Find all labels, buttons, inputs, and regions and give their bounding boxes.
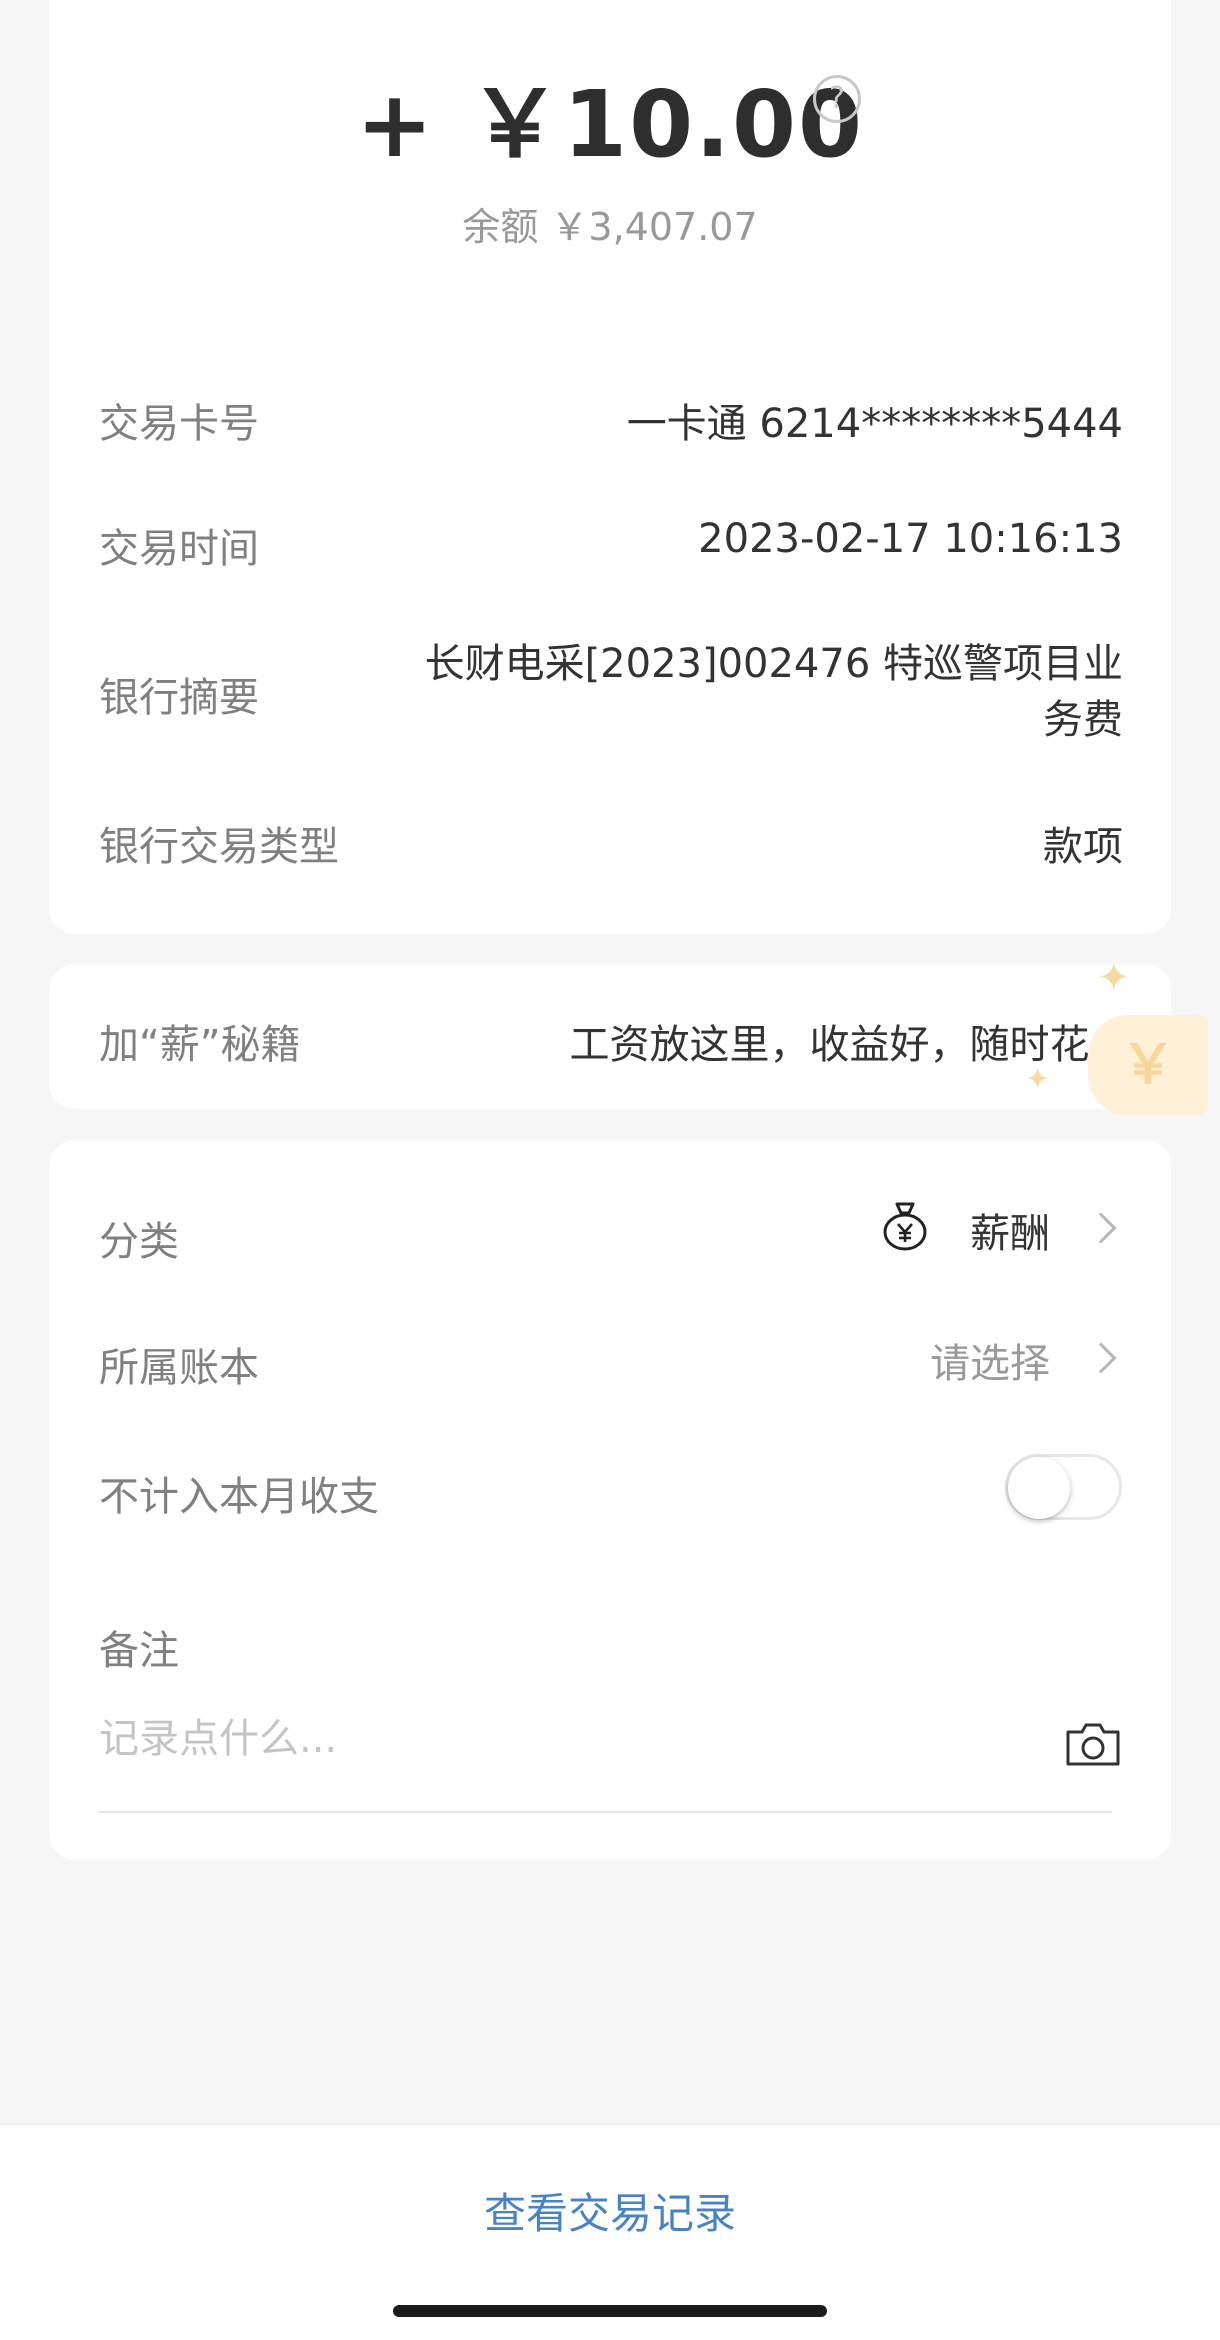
transaction-amount: + ￥10.00 [355, 71, 865, 178]
salary-tips-label: 加“薪”秘籍 [99, 1022, 301, 1068]
transaction-time-label: 交易时间 [99, 526, 259, 572]
card-number-value: 一卡通 6214********5444 [626, 401, 1123, 447]
sparkle-icon: ✦ [1025, 1062, 1051, 1097]
bank-transaction-type-value: 款项 [1043, 824, 1123, 870]
coin-icon: ￥ [1088, 1015, 1208, 1115]
transaction-detail-page: + ￥10.00 ? 余额 ￥3,407.07 交易卡号 一卡通 6214***… [0, 0, 1220, 2340]
remark-divider [99, 1811, 1112, 1813]
bank-summary-line: 务费 [1043, 697, 1123, 743]
home-indicator[interactable] [393, 2305, 827, 2317]
help-icon[interactable]: ? [813, 75, 861, 123]
remark-label: 备注 [99, 1628, 179, 1674]
remark-input[interactable] [99, 1716, 979, 1762]
bank-summary-line: 长财电采[2023]002476 特巡警项目业 [424, 641, 1123, 687]
transaction-time-value: 2023-02-17 10:16:13 [698, 516, 1123, 562]
balance-text: 余额 ￥3,407.07 [462, 205, 758, 249]
category-value[interactable]: 薪酬 [970, 1201, 1050, 1259]
bank-summary-value: 长财电采[2023]002476 特巡警项目业 务费 [425, 636, 1123, 748]
sparkle-icon: ✦ [1097, 955, 1131, 1001]
toggle-knob [1008, 1457, 1070, 1519]
camera-icon[interactable] [1064, 1720, 1122, 1768]
category-label: 分类 [99, 1219, 179, 1265]
ledger-select[interactable]: 请选择 [930, 1331, 1050, 1389]
exclude-monthly-toggle[interactable] [1005, 1454, 1122, 1520]
ledger-label: 所属账本 [99, 1345, 259, 1391]
money-bag-icon [883, 1202, 927, 1251]
card-number-label: 交易卡号 [99, 401, 259, 447]
view-transactions-button[interactable]: 查看交易记录 [0, 2180, 1220, 2241]
bank-summary-label: 银行摘要 [99, 675, 259, 721]
exclude-monthly-label: 不计入本月收支 [99, 1474, 379, 1520]
bank-transaction-type-label: 银行交易类型 [99, 824, 339, 870]
